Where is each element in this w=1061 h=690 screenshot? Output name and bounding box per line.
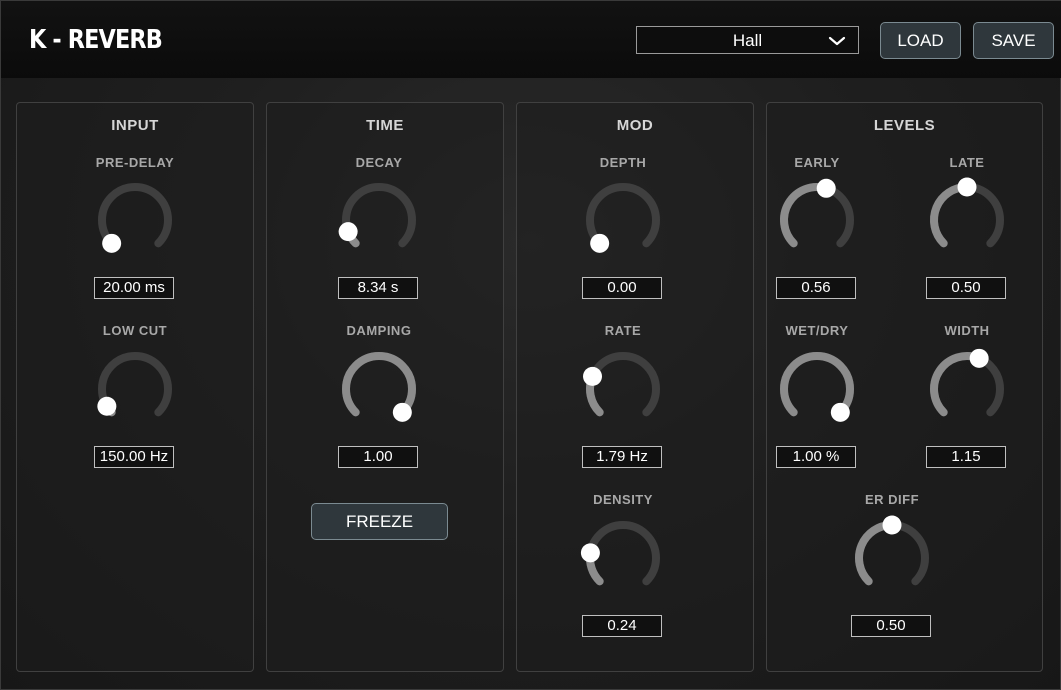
preset-dropdown[interactable]: Hall <box>636 26 859 54</box>
rate-value[interactable]: 1.79 Hz <box>582 446 662 468</box>
knob-fill-arc <box>930 183 971 248</box>
pre-delay-knob[interactable] <box>90 175 180 265</box>
wet-dry-value[interactable]: 1.00 % <box>776 446 856 468</box>
density-label: DENSITY <box>593 492 653 507</box>
knob-track <box>586 352 660 417</box>
panel-title-time: TIME <box>366 117 404 134</box>
knob-handle[interactable] <box>338 222 358 242</box>
knob-fill-arc <box>780 183 831 248</box>
logo: K - REVERB <box>29 25 163 55</box>
panel-title-input: INPUT <box>111 117 159 134</box>
late-knob[interactable] <box>922 175 1012 265</box>
decay-value[interactable]: 8.34 s <box>338 277 418 299</box>
reverb-plugin-window: K - REVERB Hall LOAD SAVE INPUT PRE-DELA… <box>0 0 1061 690</box>
early-knob[interactable] <box>772 175 862 265</box>
late-label: LATE <box>949 155 985 170</box>
low-cut-knob[interactable] <box>90 344 180 434</box>
knob-handle[interactable] <box>392 402 412 422</box>
knob-handle[interactable] <box>97 396 117 416</box>
pre-delay-value[interactable]: 20.00 ms <box>94 277 174 299</box>
save-button[interactable]: SAVE <box>973 22 1054 59</box>
knob-handle[interactable] <box>580 543 600 563</box>
knob-graphic <box>780 178 854 248</box>
knob-graphic <box>580 521 660 586</box>
knob-handle[interactable] <box>102 233 122 253</box>
damping-value[interactable]: 1.00 <box>338 446 418 468</box>
depth-knob[interactable] <box>578 175 668 265</box>
knob-graphic <box>586 183 660 253</box>
knob-handle[interactable] <box>969 348 989 368</box>
wet-dry-knob[interactable] <box>772 344 862 434</box>
early-label: EARLY <box>794 155 840 170</box>
panel-title-levels: LEVELS <box>873 117 936 134</box>
knob-handle[interactable] <box>816 178 836 198</box>
knob-graphic <box>930 177 1004 248</box>
freeze-button[interactable]: FREEZE <box>311 503 448 540</box>
low-cut-label: LOW CUT <box>102 323 168 338</box>
late-value[interactable]: 0.50 <box>926 277 1006 299</box>
knob-handle[interactable] <box>583 366 603 386</box>
knob-graphic <box>338 183 416 248</box>
low-cut-value[interactable]: 150.00 Hz <box>94 446 174 468</box>
density-knob[interactable] <box>578 513 668 603</box>
knob-handle[interactable] <box>957 177 977 197</box>
er-diff-label: ER DIFF <box>864 492 920 507</box>
knob-graphic <box>583 352 660 417</box>
wet-dry-label: WET/DRY <box>785 323 849 338</box>
knob-handle[interactable] <box>830 402 850 422</box>
preset-selected-value: Hall <box>732 31 763 50</box>
knob-graphic <box>342 352 416 422</box>
decay-knob[interactable] <box>334 175 424 265</box>
er-diff-value[interactable]: 0.50 <box>851 615 931 637</box>
knob-handle[interactable] <box>882 515 902 535</box>
early-value[interactable]: 0.56 <box>776 277 856 299</box>
width-knob[interactable] <box>922 344 1012 434</box>
er-diff-knob[interactable] <box>847 513 937 603</box>
knob-graphic <box>98 183 172 253</box>
rate-label: RATE <box>604 323 642 338</box>
damping-label: DAMPING <box>346 323 412 338</box>
width-value[interactable]: 1.15 <box>926 446 1006 468</box>
chevron-down-icon <box>828 36 846 46</box>
pre-delay-label: PRE-DELAY <box>95 155 175 170</box>
depth-label: DEPTH <box>599 155 647 170</box>
damping-knob[interactable] <box>334 344 424 434</box>
knob-handle[interactable] <box>590 233 610 253</box>
panel-title-mod: MOD <box>616 117 654 134</box>
knob-fill-arc <box>855 521 896 586</box>
decay-label: DECAY <box>355 155 403 170</box>
density-value[interactable]: 0.24 <box>582 615 662 637</box>
knob-graphic <box>930 348 1004 417</box>
load-button[interactable]: LOAD <box>880 22 961 59</box>
rate-knob[interactable] <box>578 344 668 434</box>
knob-graphic <box>97 352 172 417</box>
width-label: WIDTH <box>944 323 990 338</box>
knob-graphic <box>780 352 854 422</box>
header-bar: K - REVERB Hall LOAD SAVE <box>1 1 1061 78</box>
depth-value[interactable]: 0.00 <box>582 277 662 299</box>
knob-graphic <box>855 515 929 586</box>
